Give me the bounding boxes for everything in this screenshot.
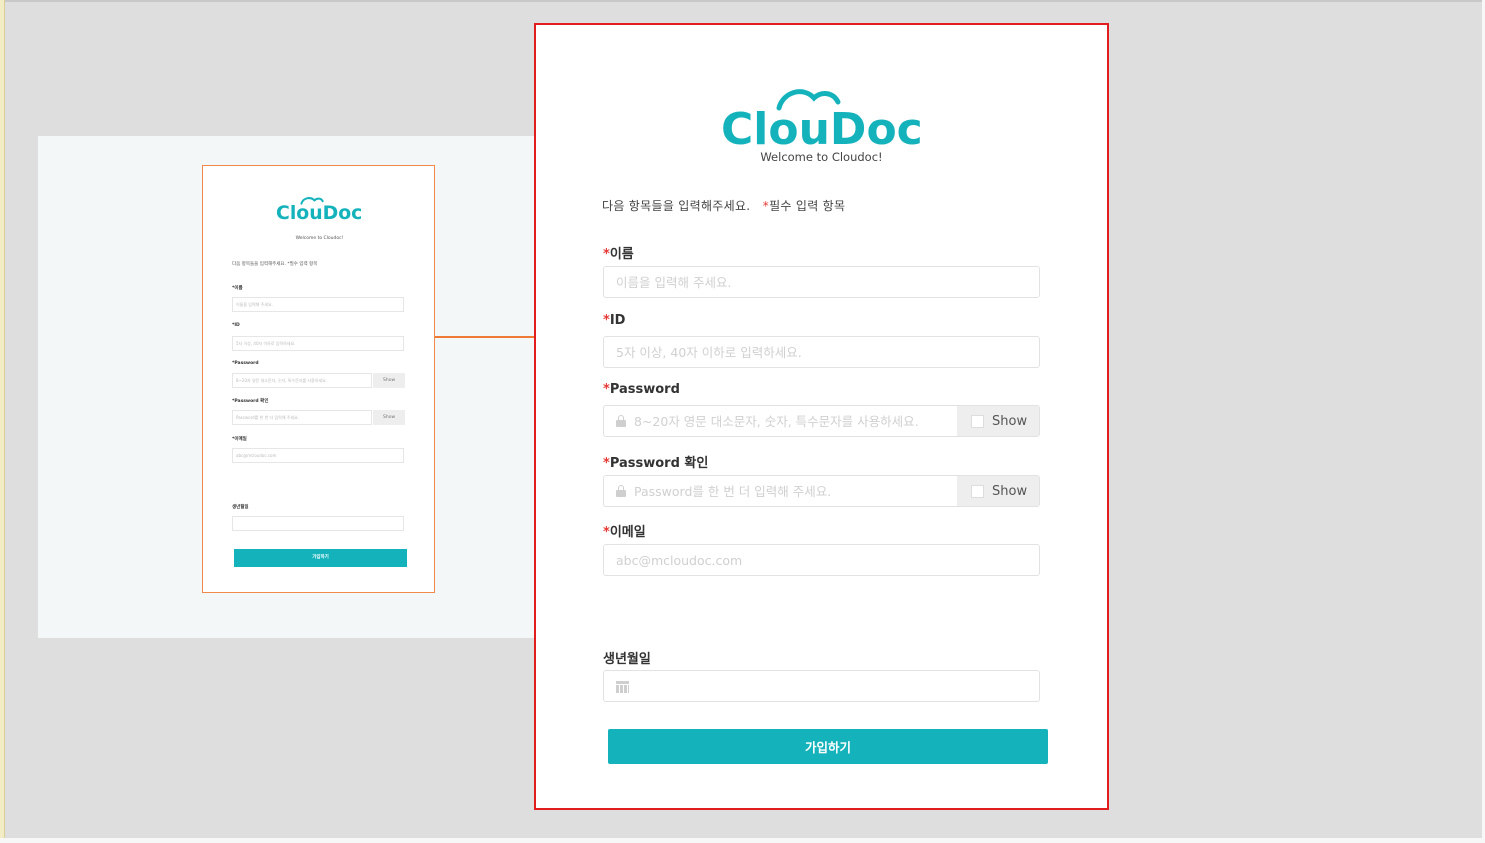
id-label: *ID: [603, 313, 625, 328]
required-marker: *: [603, 382, 610, 397]
password-confirm-show-toggle[interactable]: Show: [957, 476, 1039, 506]
name-label-text: 이름: [609, 247, 634, 262]
birthdate-field: [603, 670, 1040, 702]
thumb-id-input[interactable]: 5자 이상, 40자 이하로 입력하세요.: [232, 336, 404, 351]
svg-text:ClouDoc: ClouDoc: [721, 104, 923, 148]
password-confirm-input[interactable]: [604, 476, 957, 506]
thumb-email-input[interactable]: abc@mcloudoc.com: [232, 448, 404, 463]
canvas-left-ruler: [0, 0, 5, 843]
thumb-password-confirm-input[interactable]: Password를 한 번 더 입력해 주세요.: [232, 410, 372, 425]
show-checkbox[interactable]: [971, 484, 984, 498]
email-field: [603, 544, 1040, 576]
cloudoc-logo: ClouDoc: [721, 89, 923, 148]
show-label: Show: [992, 413, 1028, 429]
thumb-name-input[interactable]: 이름을 입력해 주세요.: [232, 297, 404, 312]
password-confirm-field: Show: [603, 475, 1040, 507]
birthdate-label: 생년월일: [603, 652, 651, 667]
password-confirm-label-text: Password 확인: [609, 456, 709, 471]
intro-text: 다음 항목들을 입력해주세요.: [602, 199, 751, 213]
name-label: *이름: [603, 243, 634, 262]
thumb-password-confirm-show-toggle[interactable]: Show: [373, 410, 405, 425]
password-show-toggle[interactable]: Show: [957, 406, 1039, 436]
name-input[interactable]: [604, 267, 1039, 297]
required-note: 필수 입력 항목: [769, 199, 846, 213]
calendar-icon: [616, 681, 629, 693]
show-label: Show: [992, 483, 1028, 499]
form-intro: 다음 항목들을 입력해주세요. *필수 입력 항목: [602, 197, 845, 214]
lock-icon: [616, 415, 626, 428]
thumb-email-label: *이메일: [232, 437, 247, 442]
password-label: *Password: [603, 382, 680, 397]
thumb-id-label: *ID: [232, 323, 240, 328]
password-confirm-label: *Password 확인: [603, 452, 708, 471]
thumb-birthdate-label: 생년월일: [232, 505, 249, 510]
thumb-birthdate-input[interactable]: [232, 516, 404, 531]
email-label: *이메일: [603, 521, 646, 540]
id-input[interactable]: [604, 337, 1039, 367]
required-marker: *: [603, 247, 610, 262]
required-marker: *: [603, 525, 610, 540]
canvas-top-border: [0, 0, 1485, 2]
welcome-text: Welcome to Cloudoc!: [760, 150, 883, 164]
email-label-text: 이메일: [609, 525, 646, 540]
password-input[interactable]: [604, 406, 957, 436]
required-marker: *: [603, 313, 610, 328]
name-field: [603, 266, 1040, 298]
thumb-signup-button[interactable]: 가입하기: [234, 549, 407, 567]
email-input[interactable]: [604, 545, 1039, 575]
thumb-password-input[interactable]: 8~20자 영문 대소문자, 숫자, 특수문자를 사용하세요.: [232, 373, 372, 388]
lock-icon: [616, 485, 626, 498]
signup-form-panel: ClouDoc Welcome to Cloudoc! 다음 항목들을 입력해주…: [534, 23, 1109, 810]
thumb-welcome-text: Welcome to Cloudoc!: [295, 236, 344, 241]
thumb-password-confirm-label: *Password 확인: [232, 399, 269, 404]
birthdate-input[interactable]: [604, 671, 1039, 701]
id-field: [603, 336, 1040, 368]
signup-form-thumbnail[interactable]: ClouDoc Welcome to Cloudoc! 다음 항목들을 입력해주…: [202, 165, 435, 593]
canvas-bottom-edge: [0, 838, 1485, 843]
show-checkbox[interactable]: [971, 414, 984, 428]
svg-text:ClouDoc: ClouDoc: [276, 203, 362, 221]
thumb-intro-text: 다음 항목들을 입력해주세요. *필수 입력 항목: [232, 262, 318, 267]
thumb-name-label: *이름: [232, 286, 243, 291]
thumb-password-label: *Password: [232, 361, 259, 366]
required-marker: *: [603, 456, 610, 471]
cloudoc-logo-small: ClouDoc: [276, 197, 362, 221]
id-label-text: ID: [609, 313, 626, 328]
zoom-connector-line: [434, 336, 534, 338]
signup-button[interactable]: 가입하기: [608, 729, 1048, 764]
password-label-text: Password: [609, 382, 680, 397]
password-field: Show: [603, 405, 1040, 437]
thumb-password-show-toggle[interactable]: Show: [373, 373, 405, 388]
